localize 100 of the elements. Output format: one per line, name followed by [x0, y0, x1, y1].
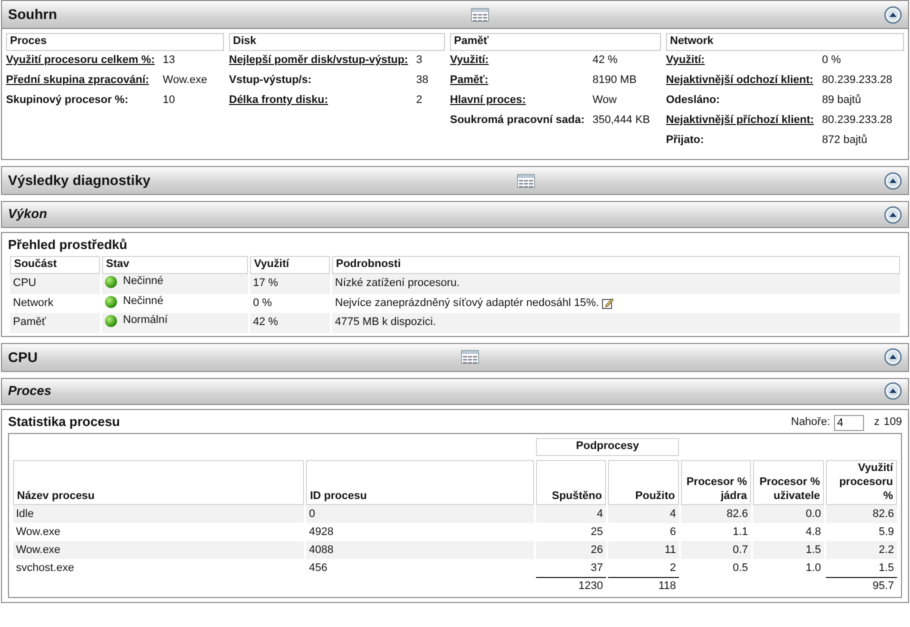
status-icon: [105, 276, 117, 288]
column-header: Součást: [10, 256, 100, 274]
total-cell: 1230: [536, 577, 606, 596]
total-cell: 118: [608, 577, 679, 596]
table-cell: Nízké zatížení procesoru.: [335, 276, 460, 289]
table-cell-text: 37: [590, 560, 604, 576]
table-cell: 4: [608, 505, 679, 524]
metric-value: 80.239.233.28: [822, 74, 894, 88]
metric-value: 0 %: [822, 54, 842, 68]
table-cell: 11: [608, 541, 679, 560]
metric-value: 10: [162, 94, 176, 108]
collapse-icon[interactable]: [884, 172, 902, 190]
table-cell-text: 4.8: [804, 524, 822, 540]
column-heading: Network: [666, 33, 904, 51]
table-cell: CPU: [10, 274, 100, 294]
section-title: CPU: [8, 348, 38, 366]
metric-label: Skupinový procesor %:: [6, 94, 130, 108]
metric-value: 872 bajtů: [822, 134, 868, 148]
table-cell-text: 4928: [308, 524, 334, 540]
metric-value: 38: [416, 74, 430, 88]
table-cell: 2.2: [826, 541, 897, 560]
table-icon[interactable]: [517, 174, 536, 188]
metric-link[interactable]: Hlavní proces:: [450, 94, 584, 114]
collapse-icon[interactable]: [884, 348, 902, 366]
table-icon[interactable]: [470, 8, 488, 22]
table-cell-text: 1.1: [732, 524, 749, 540]
metric-value: Wow.exe: [162, 74, 208, 88]
table-cell: 1.5: [753, 541, 824, 560]
column-header: Podrobnosti: [332, 256, 900, 274]
table-cell: 4775 MB k dispozici.: [335, 316, 436, 328]
metric-label: Soukromá pracovní sada:: [450, 114, 584, 128]
metric-link[interactable]: Paměť:: [450, 74, 584, 94]
column-header: ID procesu: [306, 460, 534, 506]
table-cell: Idle: [13, 505, 304, 524]
table-cell-text: 5.9: [878, 524, 895, 540]
section-title: Výkon: [8, 206, 48, 223]
table-cell: 0.7: [681, 541, 751, 560]
collapse-icon[interactable]: [884, 206, 902, 224]
metric-link[interactable]: Nejaktivnější příchozí klient:: [666, 114, 814, 134]
metric-value: 3: [416, 54, 424, 68]
table-cell: 26: [536, 541, 606, 560]
metric-link[interactable]: Nejlepší poměr disk/vstup-výstup:: [229, 54, 408, 74]
panel-title: Statistika procesu: [8, 414, 121, 430]
column-header: Použito: [608, 460, 679, 506]
column-header: Využití procesoru %: [826, 460, 897, 506]
metric-value: 42 %: [592, 54, 619, 68]
collapse-icon[interactable]: [884, 382, 902, 400]
table-cell: 82.6: [681, 505, 751, 524]
section-title: Souhrn: [8, 6, 57, 24]
metric-link[interactable]: Využití:: [450, 54, 584, 74]
collapse-icon[interactable]: [884, 6, 902, 24]
metric-value: 8190 MB: [592, 74, 638, 88]
column-heading: Paměť: [450, 33, 661, 51]
table-cell: 4088: [306, 541, 534, 560]
status-text: Nečinné: [123, 294, 164, 308]
section-title: Výsledky diagnostiky: [8, 172, 150, 190]
table-cell-text: 1.5: [878, 560, 895, 576]
status-text: Nečinné: [123, 275, 164, 289]
of-label: z: [874, 416, 880, 430]
table-cell-text: Network: [12, 296, 54, 311]
table-cell-text: 0.5: [732, 560, 749, 576]
table-cell: 42 %: [250, 313, 330, 333]
column-heading: Proces: [6, 33, 224, 51]
column-heading: Disk: [229, 33, 445, 51]
status-icon: [105, 296, 117, 308]
table-cell-text: svchost.exe: [15, 560, 76, 576]
section-title: Proces: [8, 383, 52, 400]
metric-link[interactable]: Přední skupina zpracování:: [6, 74, 155, 94]
column-header: Stav: [102, 256, 248, 274]
top-count-field[interactable]: 4: [834, 415, 864, 431]
column-header: Využití: [250, 256, 330, 274]
table-cell: Nejvíce zaneprázdněný síťový adaptér nedosáhl 15%.: [335, 296, 600, 309]
column-header: Procesor % uživatele: [753, 460, 824, 506]
metric-link[interactable]: Využití:: [666, 54, 814, 74]
metric-label: Odesláno:: [666, 94, 721, 108]
table-cell: Paměť: [10, 313, 100, 333]
column-header: Název procesu: [13, 460, 304, 506]
top-label: Nahoře:: [791, 416, 830, 430]
metric-link[interactable]: Nejaktivnější odchozí klient:: [666, 74, 814, 94]
total-cell: 95.7: [826, 577, 897, 596]
table-cell-text: 6: [668, 524, 677, 540]
panel-title: Přehled prostředků: [8, 237, 128, 254]
metric-link[interactable]: Využití procesoru celkem %:: [6, 54, 155, 74]
table-cell-text: 1.0: [804, 560, 822, 576]
metric-link[interactable]: Délka fronty disku:: [229, 94, 408, 114]
table-icon[interactable]: [460, 350, 479, 364]
table-cell: 82.6: [826, 505, 897, 524]
column-header: Spuštěno: [536, 460, 606, 506]
table-cell-text: 0 %: [252, 296, 273, 311]
table-cell: 17 %: [250, 274, 330, 294]
status-text: Normální: [123, 314, 168, 328]
metric-label: Přijato:: [666, 134, 705, 148]
column-group-header: Podprocesy: [536, 438, 679, 456]
table-cell: Wow.exe: [13, 541, 304, 560]
edit-icon[interactable]: [602, 296, 614, 309]
metric-value: Wow: [592, 94, 618, 108]
metric-value: 350,444 KB: [592, 114, 651, 128]
metric-value: 2: [416, 94, 424, 108]
column-header: Procesor % jádra: [681, 460, 751, 506]
table-cell-text: 456: [308, 560, 328, 576]
